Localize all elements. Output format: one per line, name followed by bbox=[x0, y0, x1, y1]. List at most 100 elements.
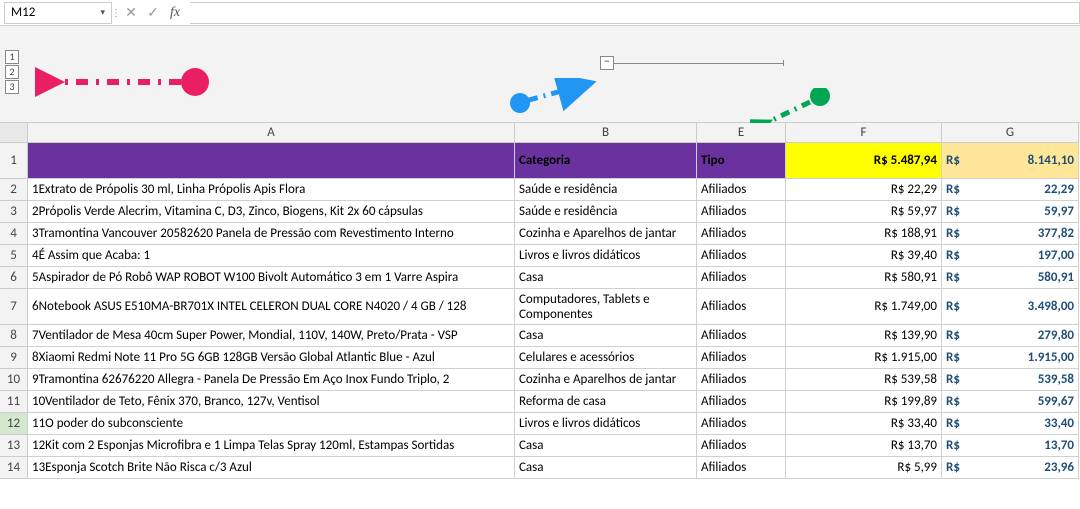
row-header[interactable]: 3 bbox=[0, 201, 28, 223]
cell[interactable]: Afiliados bbox=[697, 267, 786, 289]
row-header[interactable]: 6 bbox=[0, 267, 28, 289]
cell[interactable]: Afiliados bbox=[697, 457, 786, 479]
cell[interactable]: R$ 5,99 bbox=[786, 457, 942, 479]
row-header[interactable]: 1 bbox=[0, 143, 28, 179]
cell[interactable]: 2Própolis Verde Alecrim, Vitamina C, D3,… bbox=[28, 201, 515, 223]
cell[interactable]: 8Xiaomi Redmi Note 11 Pro 5G 6GB 128GB V… bbox=[28, 347, 515, 369]
cell[interactable]: 9Tramontina 62676220 Allegra - Panela De… bbox=[28, 369, 515, 391]
cell[interactable]: Afiliados bbox=[697, 369, 786, 391]
cell[interactable]: 13Esponja Scotch Brite Não Risca c/3 Azu… bbox=[28, 457, 515, 479]
row-header[interactable]: 5 bbox=[0, 245, 28, 267]
table-row: 32Própolis Verde Alecrim, Vitamina C, D3… bbox=[0, 201, 1080, 223]
col-header-F[interactable]: F bbox=[786, 123, 942, 143]
row-header[interactable]: 4 bbox=[0, 223, 28, 245]
cell[interactable]: R$ 539,58 bbox=[786, 369, 942, 391]
col-header-A[interactable]: A bbox=[28, 123, 515, 143]
cell[interactable]: R$ 139,90 bbox=[786, 325, 942, 347]
cell[interactable]: Afiliados bbox=[697, 391, 786, 413]
row-header[interactable]: 12 bbox=[0, 413, 28, 435]
cell[interactable]: Afiliados bbox=[697, 325, 786, 347]
cell[interactable]: 11O poder do subconsciente bbox=[28, 413, 515, 435]
cell[interactable]: R$ 580,91 bbox=[786, 267, 942, 289]
cell[interactable]: 6Notebook ASUS E510MA-BR701X INTEL CELER… bbox=[28, 289, 515, 325]
cell[interactable]: R$8.141,10 bbox=[942, 143, 1079, 179]
cell[interactable]: Afiliados bbox=[697, 347, 786, 369]
cell[interactable]: Celulares e acessórios bbox=[515, 347, 697, 369]
outline-level-3[interactable]: 3 bbox=[5, 80, 19, 94]
cell[interactable]: Cozinha e Aparelhos de jantar bbox=[515, 369, 697, 391]
cell[interactable]: R$ 39,40 bbox=[786, 245, 942, 267]
cell[interactable]: R$ 13,70 bbox=[786, 435, 942, 457]
cell[interactable]: R$ 33,40 bbox=[786, 413, 942, 435]
cell[interactable]: Tipo bbox=[697, 143, 786, 179]
fx-icon[interactable]: fx bbox=[164, 2, 186, 24]
cell[interactable]: Afiliados bbox=[697, 201, 786, 223]
cell[interactable]: Livros e livros didáticos bbox=[515, 413, 697, 435]
cell[interactable]: R$279,80 bbox=[942, 325, 1079, 347]
cell[interactable]: R$ 199,89 bbox=[786, 391, 942, 413]
row-header[interactable]: 14 bbox=[0, 457, 28, 479]
cell[interactable]: R$ 1.749,00 bbox=[786, 289, 942, 325]
outline-level-1[interactable]: 1 bbox=[5, 50, 19, 64]
row-header[interactable]: 7 bbox=[0, 289, 28, 325]
cell[interactable]: 4É Assim que Acaba: 1 bbox=[28, 245, 515, 267]
row-header[interactable]: 2 bbox=[0, 179, 28, 201]
cell[interactable]: Casa bbox=[515, 457, 697, 479]
cell[interactable]: R$377,82 bbox=[942, 223, 1079, 245]
cell[interactable]: 10Ventilador de Teto, Fênix 370, Branco,… bbox=[28, 391, 515, 413]
cell[interactable]: R$1.915,00 bbox=[942, 347, 1079, 369]
cell[interactable]: R$13,70 bbox=[942, 435, 1079, 457]
cell[interactable]: Afiliados bbox=[697, 179, 786, 201]
col-header-E[interactable]: E bbox=[697, 123, 786, 143]
row-header[interactable]: 9 bbox=[0, 347, 28, 369]
formula-input[interactable] bbox=[190, 2, 1080, 24]
row-header[interactable]: 11 bbox=[0, 391, 28, 413]
cell[interactable]: 12Kit com 2 Esponjas Microfibra e 1 Limp… bbox=[28, 435, 515, 457]
confirm-icon: ✓ bbox=[142, 2, 164, 24]
cell[interactable]: R$23,96 bbox=[942, 457, 1079, 479]
row-header[interactable]: 8 bbox=[0, 325, 28, 347]
cell[interactable]: R$197,00 bbox=[942, 245, 1079, 267]
row-header[interactable]: 13 bbox=[0, 435, 28, 457]
cell[interactable]: 3Tramontina Vancouver 20582620 Panela de… bbox=[28, 223, 515, 245]
cell[interactable]: Afiliados bbox=[697, 435, 786, 457]
chevron-down-icon[interactable]: ▾ bbox=[100, 7, 105, 18]
cell[interactable]: R$599,67 bbox=[942, 391, 1079, 413]
cell[interactable]: Afiliados bbox=[697, 223, 786, 245]
row-header[interactable]: 10 bbox=[0, 369, 28, 391]
cell[interactable]: R$ 1.915,00 bbox=[786, 347, 942, 369]
col-header-G[interactable]: G bbox=[942, 123, 1079, 143]
outline-collapse-button[interactable]: − bbox=[600, 56, 614, 70]
select-all-corner[interactable] bbox=[0, 123, 28, 143]
outline-level-2[interactable]: 2 bbox=[5, 65, 19, 79]
cell[interactable]: R$539,58 bbox=[942, 369, 1079, 391]
name-box[interactable]: M12 ▾ bbox=[4, 2, 112, 24]
cell[interactable]: Saúde e residência bbox=[515, 179, 697, 201]
cell[interactable]: R$3.498,00 bbox=[942, 289, 1079, 325]
cell[interactable]: Casa bbox=[515, 435, 697, 457]
cell[interactable]: 1Extrato de Própolis 30 ml, Linha Própol… bbox=[28, 179, 515, 201]
cell[interactable]: 7Ventilador de Mesa 40cm Super Power, Mo… bbox=[28, 325, 515, 347]
cell[interactable]: R$22,29 bbox=[942, 179, 1079, 201]
cell[interactable]: R$59,97 bbox=[942, 201, 1079, 223]
col-header-B[interactable]: B bbox=[515, 123, 697, 143]
cell[interactable]: Saúde e residência bbox=[515, 201, 697, 223]
cell[interactable]: Reforma de casa bbox=[515, 391, 697, 413]
cell[interactable]: R$ 188,91 bbox=[786, 223, 942, 245]
cell[interactable]: Afiliados bbox=[697, 245, 786, 267]
cell[interactable]: Computadores, Tablets e Componentes bbox=[515, 289, 697, 325]
cell[interactable]: R$580,91 bbox=[942, 267, 1079, 289]
cell[interactable]: Categoria bbox=[515, 143, 697, 179]
cell[interactable]: Casa bbox=[515, 267, 697, 289]
cell[interactable]: R$ 59,97 bbox=[786, 201, 942, 223]
cell[interactable]: Afiliados bbox=[697, 289, 786, 325]
cell[interactable] bbox=[28, 143, 515, 179]
cell[interactable]: Livros e livros didáticos bbox=[515, 245, 697, 267]
cell[interactable]: R$ 5.487,94 bbox=[786, 143, 942, 179]
cell[interactable]: R$33,40 bbox=[942, 413, 1079, 435]
cell[interactable]: Cozinha e Aparelhos de jantar bbox=[515, 223, 697, 245]
cell[interactable]: Afiliados bbox=[697, 413, 786, 435]
cell[interactable]: 5Aspirador de Pó Robô WAP ROBOT W100 Biv… bbox=[28, 267, 515, 289]
cell[interactable]: R$ 22,29 bbox=[786, 179, 942, 201]
cell[interactable]: Casa bbox=[515, 325, 697, 347]
